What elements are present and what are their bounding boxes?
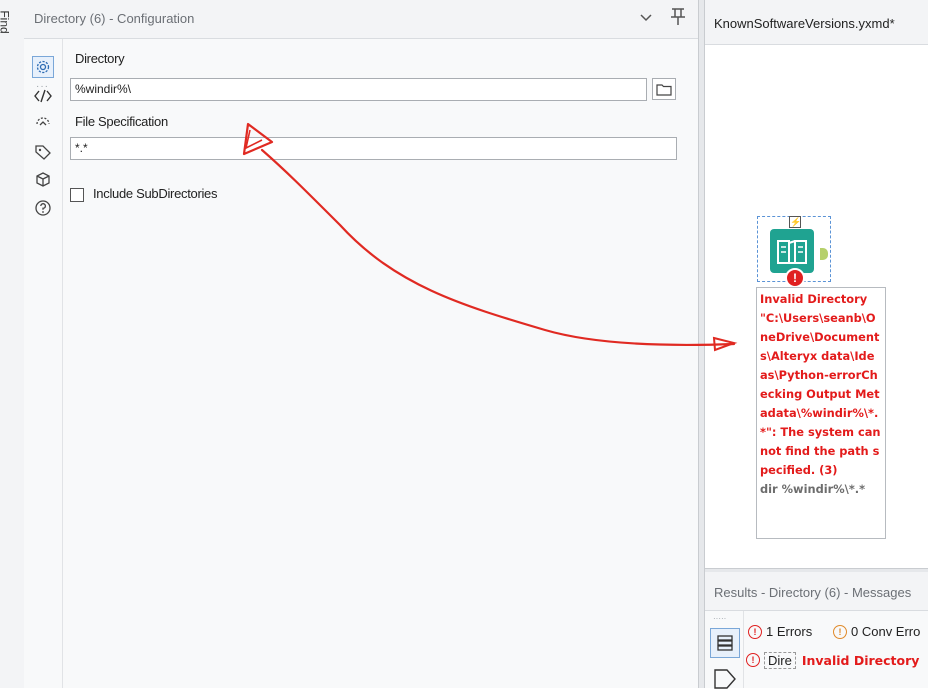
results-header: Results - Directory (6) - Messages: [705, 572, 928, 611]
file-specification-input[interactable]: *.*: [70, 137, 677, 160]
configuration-panel: Directory (6) - Configuration ··· Direct…: [24, 0, 698, 688]
include-subdirectories-label: Include SubDirectories: [93, 186, 218, 201]
results-row[interactable]: ! Dire Invalid Directory: [746, 650, 919, 670]
config-icon-rail: ···: [24, 39, 63, 688]
tool-error-annotation: Invalid Directory "C:\Users\seanb\OneDri…: [756, 287, 886, 539]
pin-icon[interactable]: [669, 7, 687, 32]
directory-label: Directory: [75, 51, 125, 66]
error-message: Invalid Directory "C:\Users\seanb\OneDri…: [760, 292, 881, 477]
directory-tool-icon[interactable]: [770, 229, 814, 273]
tag-outline-icon[interactable]: [713, 668, 737, 695]
row-tool-cell: Dire: [764, 651, 796, 669]
tag-icon[interactable]: [32, 141, 54, 163]
drag-handle-dots: ·····: [713, 614, 727, 623]
help-icon[interactable]: [32, 197, 54, 219]
gear-icon[interactable]: [32, 56, 54, 78]
panel-title: Directory (6) - Configuration: [34, 11, 195, 26]
chevron-down-icon[interactable]: [638, 9, 654, 30]
error-badge-icon: !: [785, 268, 805, 288]
workflow-tab[interactable]: KnownSoftwareVersions.yxmd*: [714, 16, 895, 31]
results-title: Results - Directory (6) - Messages: [714, 585, 912, 600]
code-icon[interactable]: [32, 85, 54, 107]
folder-icon: [656, 83, 672, 96]
directory-input[interactable]: %windir%\: [70, 78, 647, 101]
tool-annotation: dir %windir%\*.*: [760, 482, 866, 496]
panel-splitter[interactable]: [698, 0, 705, 688]
errors-filter-button[interactable]: ! 1 Errors: [748, 624, 812, 639]
cube-icon[interactable]: [32, 169, 54, 191]
output-anchor[interactable]: [820, 248, 828, 260]
message-list-icon[interactable]: [710, 628, 740, 658]
configuration-header: Directory (6) - Configuration: [24, 0, 698, 39]
row-message: Invalid Directory: [801, 652, 920, 668]
find-tab[interactable]: Find: [0, 10, 12, 33]
error-icon: !: [748, 624, 762, 639]
error-icon: !: [746, 653, 760, 667]
conversion-errors-filter-label: 0 Conv Erro: [851, 624, 921, 639]
left-side-strip: Find: [0, 0, 25, 688]
conversion-errors-filter-button[interactable]: ! 0 Conv Erro: [833, 624, 920, 639]
browse-folder-button[interactable]: [652, 78, 676, 100]
lightning-icon: ⚡: [789, 216, 802, 228]
file-specification-label: File Specification: [75, 114, 168, 129]
connection-icon[interactable]: [32, 113, 54, 135]
workflow-tab-bar: KnownSoftwareVersions.yxmd*: [705, 0, 928, 45]
errors-filter-label: 1 Errors: [766, 624, 813, 639]
warning-icon: !: [833, 624, 847, 639]
include-subdirectories-checkbox[interactable]: [70, 188, 84, 202]
